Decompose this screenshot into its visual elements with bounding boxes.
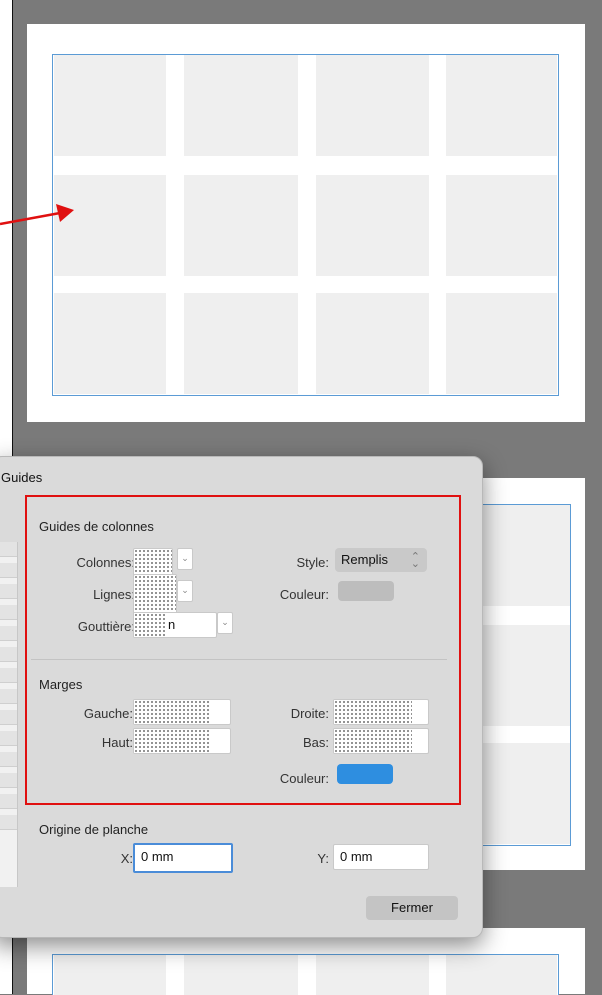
guide-cell	[480, 625, 570, 726]
guide-cell	[184, 293, 298, 394]
guide-cell	[480, 505, 570, 606]
annotation-arrow	[0, 204, 74, 226]
list-item[interactable]	[0, 731, 17, 746]
list-item[interactable]	[0, 689, 17, 704]
list-item[interactable]	[0, 605, 17, 620]
list-item[interactable]	[0, 773, 17, 788]
guide-cell	[316, 955, 429, 995]
origin-x-field[interactable]: 0 mm	[133, 843, 233, 873]
list-item[interactable]	[0, 542, 17, 557]
guides-dialog: Guides Guides de colonnes Colonnes: ⌄ Li…	[0, 456, 483, 938]
origin-x-value: 0 mm	[141, 849, 174, 864]
column-guide-grid-2	[480, 504, 571, 846]
guide-cell	[184, 955, 298, 995]
guide-cell	[184, 175, 298, 276]
list-item[interactable]	[0, 710, 17, 725]
guide-cell	[54, 55, 166, 156]
sidebar-list	[0, 542, 18, 887]
close-button[interactable]: Fermer	[366, 896, 458, 920]
guide-cell	[446, 955, 557, 995]
origin-heading: Origine de planche	[39, 822, 149, 837]
guide-cell	[54, 293, 166, 394]
list-item[interactable]	[0, 563, 17, 578]
guide-cell	[480, 743, 570, 844]
guide-cell	[184, 55, 298, 156]
guide-cell	[316, 293, 429, 394]
document-page-1	[27, 24, 585, 422]
guide-cell	[316, 55, 429, 156]
list-item[interactable]	[0, 647, 17, 662]
guide-cell	[446, 55, 557, 156]
column-guide-grid-3	[52, 954, 559, 995]
annotation-highlight-box	[25, 495, 461, 805]
dialog-title: Guides	[1, 470, 43, 485]
list-item[interactable]	[0, 815, 17, 830]
list-item[interactable]	[0, 584, 17, 599]
guide-cell	[316, 175, 429, 276]
origin-y-field[interactable]: 0 mm	[333, 844, 429, 870]
list-item[interactable]	[0, 752, 17, 767]
origin-y-label: Y:	[317, 851, 329, 866]
list-item[interactable]	[0, 794, 17, 809]
guide-cell	[446, 175, 557, 276]
list-item[interactable]	[0, 668, 17, 683]
origin-y-value: 0 mm	[340, 849, 373, 864]
list-item[interactable]	[0, 626, 17, 641]
origin-x-label: X:	[120, 851, 133, 866]
guide-cell	[54, 955, 166, 995]
column-guide-grid	[52, 54, 559, 396]
guide-cell	[446, 293, 557, 394]
